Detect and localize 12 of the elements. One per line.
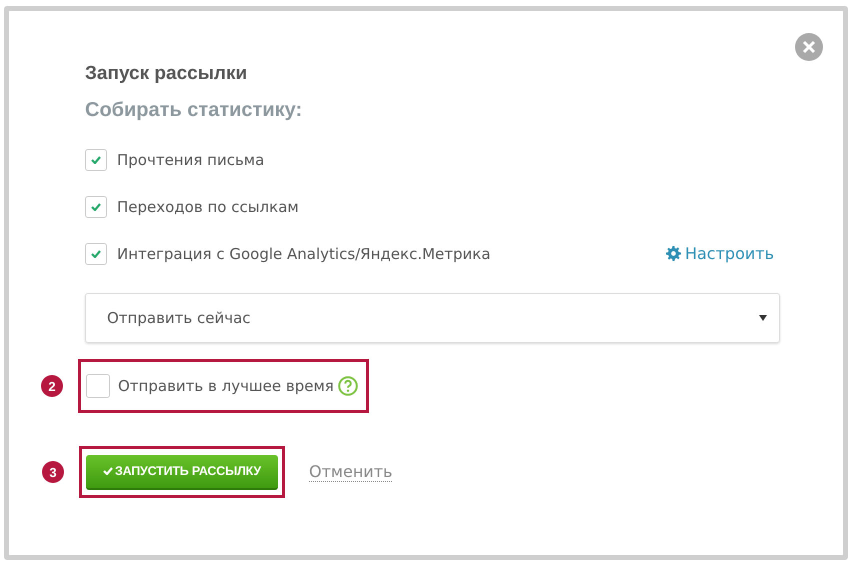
checkbox-label: Переходов по ссылкам	[117, 198, 299, 216]
checkbox-label: Прочтения письма	[117, 150, 264, 168]
launch-button[interactable]: ЗАПУСТИТЬ РАССЫЛКУ	[86, 454, 278, 490]
cancel-link[interactable]: Отменить	[309, 462, 392, 482]
section-title: Собирать статистику:	[85, 99, 304, 122]
send-mode-dropdown[interactable]: Отправить сейчас	[85, 293, 780, 343]
checkbox-label: Отправить в лучшее время	[118, 377, 334, 395]
callout-badge: 2	[41, 375, 63, 397]
callout-badge: 3	[42, 461, 64, 483]
configure-link[interactable]: Настроить	[666, 244, 774, 263]
checkbox-label: Интеграция с Google Analytics/Яндекс.Метрика	[117, 244, 491, 262]
dialog-title: Запуск рассылки	[85, 63, 248, 85]
